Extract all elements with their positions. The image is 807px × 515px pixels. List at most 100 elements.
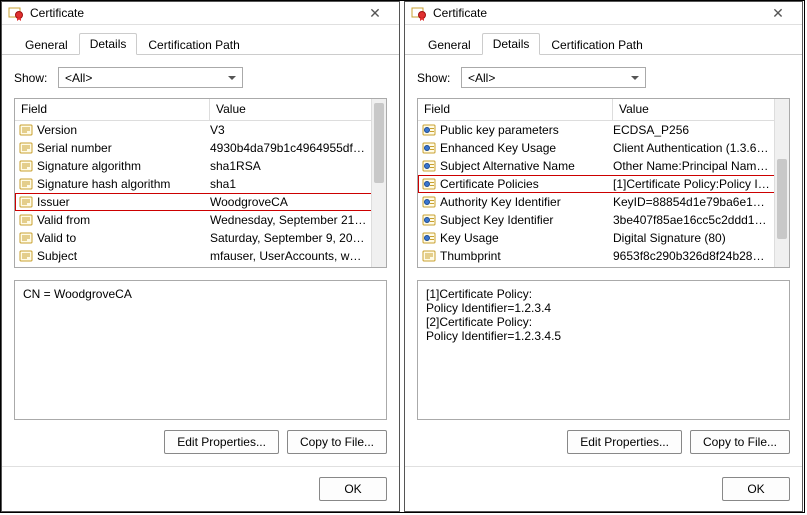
- table-row[interactable]: Valid fromWednesday, September 21, 2...: [15, 211, 386, 229]
- field-label: Version: [37, 123, 77, 137]
- header-value[interactable]: Value: [613, 99, 789, 120]
- copy-to-file-button[interactable]: Copy to File...: [287, 430, 387, 454]
- header-field[interactable]: Field: [15, 99, 210, 120]
- table-row[interactable]: Certificate Policies [1]Certificate Polic…: [418, 175, 789, 193]
- tab-body: Show:<All>FieldValuePublic key parameter…: [405, 55, 802, 466]
- field-label: Enhanced Key Usage: [440, 141, 556, 155]
- tab-certification-path[interactable]: Certification Path: [137, 34, 250, 55]
- table-row[interactable]: Key Usage Digital Signature (80): [418, 229, 789, 247]
- extension-icon: [422, 177, 436, 191]
- extension-icon: [422, 159, 436, 173]
- table-row[interactable]: Authority Key IdentifierKeyID=88854d1e79…: [418, 193, 789, 211]
- cell-value: sha1: [210, 177, 371, 191]
- table-row[interactable]: Issuer WoodgroveCA: [15, 193, 386, 211]
- scrollbar[interactable]: [371, 99, 386, 267]
- field-label: Signature hash algorithm: [37, 177, 170, 191]
- certificate-app-icon: [411, 5, 427, 21]
- table-row[interactable]: Signature algorithmsha1RSA: [15, 157, 386, 175]
- cell-field: Certificate Policies: [418, 177, 613, 191]
- cell-value: KeyID=88854d1e79ba6e1e4e...: [613, 195, 774, 209]
- dialog-footer: OK: [405, 466, 802, 511]
- show-dropdown[interactable]: <All>: [58, 67, 243, 88]
- cell-value: 3be407f85ae16cc5c2ddd10ca...: [613, 213, 774, 227]
- grid-header: FieldValue: [418, 99, 789, 121]
- cell-field: Issuer: [15, 195, 210, 209]
- titlebar: Certificate✕: [405, 2, 802, 25]
- cell-field: Signature hash algorithm: [15, 177, 210, 191]
- table-row[interactable]: Subjectmfauser, UserAccounts, wood...: [15, 247, 386, 265]
- header-value[interactable]: Value: [210, 99, 386, 120]
- field-label: Valid from: [37, 213, 90, 227]
- cell-field: Serial number: [15, 141, 210, 155]
- header-field[interactable]: Field: [418, 99, 613, 120]
- cell-value: ECDSA_P256: [613, 123, 774, 137]
- detail-textarea[interactable]: [1]Certificate Policy: Policy Identifier…: [417, 280, 790, 420]
- tab-details[interactable]: Details: [482, 33, 541, 55]
- tab-certification-path[interactable]: Certification Path: [540, 34, 653, 55]
- cell-value: 9653f8c290b326d8f24b28c41...: [613, 249, 774, 263]
- cell-field: Key Usage: [418, 231, 613, 245]
- fields-grid[interactable]: FieldValue Version V3 Serial number4930b4da…: [14, 98, 387, 268]
- show-label: Show:: [417, 71, 453, 85]
- cell-field: Subject Alternative Name: [418, 159, 613, 173]
- certificate-icon: [8, 5, 24, 21]
- cell-field: Public key parameters: [418, 123, 613, 137]
- table-row[interactable]: Serial number4930b4da79b1c4964955df77a..…: [15, 139, 386, 157]
- table-row[interactable]: Signature hash algorithm sha1: [15, 175, 386, 193]
- field-label: Certificate Policies: [440, 177, 539, 191]
- cell-value: Digital Signature (80): [613, 231, 774, 245]
- field-label: Issuer: [37, 195, 70, 209]
- ok-button[interactable]: OK: [722, 477, 790, 501]
- scroll-thumb[interactable]: [777, 159, 787, 239]
- property-icon: [19, 141, 33, 155]
- field-label: Key Usage: [440, 231, 499, 245]
- dialog-footer: OK: [2, 466, 399, 511]
- cell-field: Valid from: [15, 213, 210, 227]
- show-dropdown[interactable]: <All>: [461, 67, 646, 88]
- field-label: Subject Key Identifier: [440, 213, 553, 227]
- cell-value: Other Name:Principal Name=m...: [613, 159, 774, 173]
- cell-value: V3: [210, 123, 371, 137]
- close-button[interactable]: ✕: [357, 5, 393, 22]
- cell-value: mfauser, UserAccounts, wood...: [210, 249, 371, 263]
- edit-properties-button[interactable]: Edit Properties...: [567, 430, 682, 454]
- cell-field: Subject Key Identifier: [418, 213, 613, 227]
- grid-rows: Public key parametersECDSA_P256Enhanced …: [418, 121, 789, 267]
- tabstrip: GeneralDetailsCertification Path: [405, 25, 802, 55]
- fields-grid[interactable]: FieldValuePublic key parametersECDSA_P25…: [417, 98, 790, 268]
- table-row[interactable]: Valid toSaturday, September 9, 2023 ...: [15, 229, 386, 247]
- detail-textarea[interactable]: CN = WoodgroveCA: [14, 280, 387, 420]
- table-row[interactable]: Subject Alternative Name Other Name:Princ…: [418, 157, 789, 175]
- extension-icon: [422, 231, 436, 245]
- certificate-app-icon: [8, 5, 24, 21]
- edit-properties-button[interactable]: Edit Properties...: [164, 430, 279, 454]
- table-row[interactable]: Thumbprint 9653f8c290b326d8f24b28c41...: [418, 247, 789, 265]
- table-row[interactable]: Public key parametersECDSA_P256: [418, 121, 789, 139]
- cell-value: Saturday, September 9, 2023 ...: [210, 231, 371, 245]
- show-dropdown-value: <All>: [65, 71, 92, 85]
- window-title: Certificate: [30, 6, 357, 20]
- tab-general[interactable]: General: [14, 34, 79, 55]
- cell-value: WoodgroveCA: [210, 195, 371, 209]
- copy-to-file-button[interactable]: Copy to File...: [690, 430, 790, 454]
- table-row[interactable]: Subject Key Identifier 3be407f85ae16cc5c2…: [418, 211, 789, 229]
- tab-details[interactable]: Details: [79, 33, 138, 55]
- close-button[interactable]: ✕: [760, 5, 796, 22]
- property-icon: [19, 195, 33, 209]
- table-row[interactable]: Version V3: [15, 121, 386, 139]
- tab-general[interactable]: General: [417, 34, 482, 55]
- scroll-thumb[interactable]: [374, 103, 384, 183]
- extension-icon: [422, 195, 436, 209]
- field-label: Signature algorithm: [37, 159, 141, 173]
- scrollbar[interactable]: [774, 99, 789, 267]
- window-title: Certificate: [433, 6, 760, 20]
- field-label: Serial number: [37, 141, 112, 155]
- cell-value: [1]Certificate Policy:Policy Ide...: [613, 177, 774, 191]
- show-label: Show:: [14, 71, 50, 85]
- field-label: Subject Alternative Name: [440, 159, 575, 173]
- grid-header: FieldValue: [15, 99, 386, 121]
- field-label: Thumbprint: [440, 249, 501, 263]
- property-icon: [422, 249, 436, 263]
- table-row[interactable]: Enhanced Key UsageClient Authentication …: [418, 139, 789, 157]
- ok-button[interactable]: OK: [319, 477, 387, 501]
